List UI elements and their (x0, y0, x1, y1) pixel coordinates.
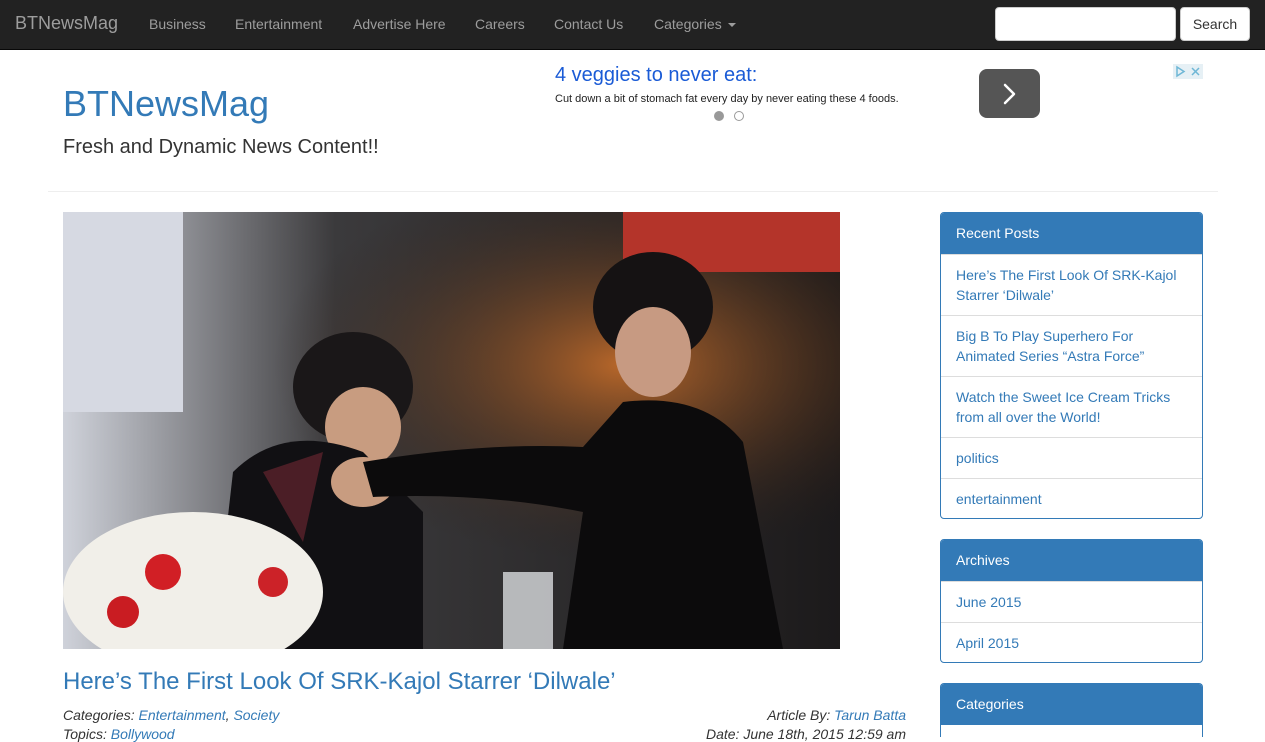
archive-link[interactable]: June 2015 (941, 581, 1202, 622)
ad-carousel-dot-active[interactable] (714, 111, 724, 121)
post-categories: Categories: Entertainment, Society (63, 707, 280, 723)
recent-posts-panel: Recent Posts Here’s The First Look Of SR… (940, 212, 1203, 519)
recent-post-link[interactable]: Here’s The First Look Of SRK-Kajol Starr… (941, 254, 1202, 315)
category-link-society[interactable]: Society (233, 707, 279, 723)
ad-carousel-dot[interactable] (734, 111, 744, 121)
topics-label: Topics: (63, 726, 107, 742)
topic-link-bollywood[interactable]: Bollywood (111, 726, 175, 742)
nav-business[interactable]: Business (149, 16, 206, 32)
nav-categories-label: Categories (654, 16, 722, 32)
author-link[interactable]: Tarun Batta (834, 707, 906, 723)
caret-down-icon (727, 23, 736, 28)
nav-contact-us[interactable]: Contact Us (554, 16, 623, 32)
recent-posts-heading: Recent Posts (941, 213, 1202, 254)
post-date: Date: June 18th, 2015 12:59 am (706, 726, 906, 742)
recent-post-link[interactable]: entertainment (941, 478, 1202, 518)
archive-link[interactable]: April 2015 (941, 622, 1202, 662)
site-title[interactable]: BTNewsMag (63, 84, 269, 124)
nav-advertise-here[interactable]: Advertise Here (353, 16, 446, 32)
archives-heading: Archives (941, 540, 1202, 581)
author-label: Article By: (767, 707, 831, 723)
search-button[interactable]: Search (1180, 7, 1250, 41)
post-topics: Topics: Bollywood (63, 726, 175, 742)
categories-heading: Categories (941, 684, 1202, 725)
ad-next-button[interactable] (979, 69, 1040, 118)
archives-panel: Archives June 2015 April 2015 (940, 539, 1203, 663)
chevron-right-icon (1003, 83, 1016, 105)
search-input[interactable] (995, 7, 1176, 41)
post-title[interactable]: Here’s The First Look Of SRK-Kajol Starr… (63, 668, 616, 696)
ad-text: Cut down a bit of stomach fat every day … (555, 93, 899, 105)
recent-post-link[interactable]: politics (941, 437, 1202, 478)
site-tagline: Fresh and Dynamic News Content!! (63, 136, 379, 158)
recent-post-link[interactable]: Big B To Play Superhero For Animated Ser… (941, 315, 1202, 376)
featured-post-image[interactable] (63, 212, 840, 649)
date-label: Date: (705, 726, 740, 742)
date-value: June 18th, 2015 12:59 am (743, 726, 906, 742)
recent-post-link[interactable]: Watch the Sweet Ice Cream Tricks from al… (941, 376, 1202, 437)
categories-label: Categories: (63, 707, 135, 723)
nav-categories-dropdown[interactable]: Categories (654, 16, 736, 32)
ad-headline[interactable]: 4 veggies to never eat: (555, 64, 757, 87)
nav-entertainment[interactable]: Entertainment (235, 16, 322, 32)
header-divider (48, 191, 1218, 192)
navbar-brand[interactable]: BTNewsMag (15, 13, 118, 34)
nav-careers[interactable]: Careers (475, 16, 525, 32)
category-link-entertainment[interactable]: Entertainment (138, 707, 225, 723)
post-author: Article By: Tarun Batta (767, 707, 906, 723)
categories-panel: Categories (940, 683, 1203, 737)
top-navbar: BTNewsMag Business Entertainment Adverti… (0, 0, 1265, 50)
ad-choices-icon[interactable] (1173, 64, 1203, 79)
